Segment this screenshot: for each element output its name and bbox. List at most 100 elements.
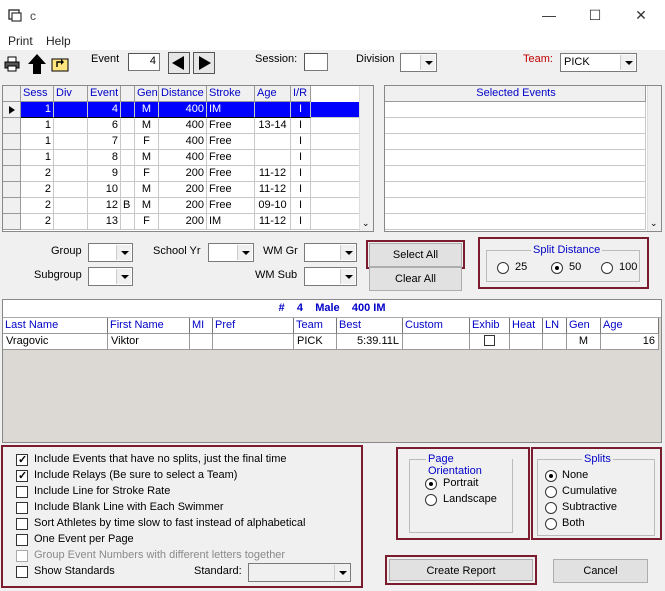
events-cell[interactable]: 200	[159, 166, 207, 182]
events-cell[interactable]: Free	[207, 182, 255, 198]
swimmers-col-header[interactable]: First Name	[108, 318, 190, 334]
swimmer-cell[interactable]: Vragovic	[3, 334, 108, 350]
selected-event-row[interactable]	[385, 166, 646, 182]
create-report-button[interactable]: Create Report	[389, 559, 533, 581]
team-select[interactable]: PICK	[560, 53, 637, 72]
swimmers-col-header[interactable]: MI	[190, 318, 213, 334]
events-cell[interactable]: 7	[88, 134, 121, 150]
option-checkbox-5[interactable]	[16, 534, 28, 546]
selected-event-row[interactable]	[385, 134, 646, 150]
events-cell[interactable]: 2	[21, 198, 54, 214]
events-cell[interactable]	[121, 134, 135, 150]
events-cell[interactable]: 2	[21, 214, 54, 230]
events-cell[interactable]: 13	[88, 214, 121, 230]
minimize-button[interactable]: —	[526, 4, 572, 28]
events-cell[interactable]: Free	[207, 118, 255, 134]
events-cell[interactable]: 09-10	[255, 198, 291, 214]
row-selector[interactable]	[3, 214, 21, 230]
swimmers-col-header[interactable]: Heat	[510, 318, 543, 334]
menu-print[interactable]: Print	[8, 34, 33, 48]
events-cell[interactable]	[121, 102, 135, 118]
swimmer-cell[interactable]: 16	[601, 334, 659, 350]
swimmers-col-header[interactable]: Custom	[403, 318, 470, 334]
events-cell[interactable]	[54, 102, 88, 118]
events-cell[interactable]: M	[135, 102, 159, 118]
row-selector[interactable]	[3, 166, 21, 182]
col-div[interactable]: Div	[54, 86, 88, 102]
swimmer-cell[interactable]	[543, 334, 567, 350]
events-cell[interactable]: I	[291, 214, 311, 230]
selected-events-scrollbar[interactable]: ⌄	[647, 86, 661, 231]
swimmers-col-header[interactable]: Team	[294, 318, 337, 334]
orientation-radio-landscape[interactable]	[425, 494, 437, 506]
splits-radio-both[interactable]	[545, 518, 557, 530]
col-event[interactable]: Event	[88, 86, 121, 102]
option-checkbox-4[interactable]	[16, 518, 28, 530]
split-distance-radio-50[interactable]	[551, 262, 563, 274]
swimmer-cell[interactable]	[403, 334, 470, 350]
prev-event-button[interactable]	[168, 52, 190, 74]
option-checkbox-0[interactable]	[16, 453, 28, 466]
events-cell[interactable]	[255, 134, 291, 150]
events-cell[interactable]: Free	[207, 150, 255, 166]
events-cell[interactable]: 1	[21, 134, 54, 150]
school-yr-select[interactable]	[208, 243, 254, 262]
events-cell[interactable]: 1	[21, 150, 54, 166]
splits-radio-subtractive[interactable]	[545, 502, 557, 514]
events-grid[interactable]: Sess Div Event Gen Distance Stroke Age I…	[2, 85, 374, 232]
col-letter[interactable]	[121, 86, 135, 102]
row-selector[interactable]	[3, 150, 21, 166]
events-cell[interactable]: F	[135, 166, 159, 182]
events-cell[interactable]: F	[135, 214, 159, 230]
row-selector[interactable]	[3, 198, 21, 214]
events-cell[interactable]: 8	[88, 150, 121, 166]
events-cell[interactable]: 11-12	[255, 214, 291, 230]
next-event-button[interactable]	[193, 52, 215, 74]
row-selector[interactable]	[3, 102, 21, 118]
events-cell[interactable]	[121, 214, 135, 230]
cancel-button[interactable]: Cancel	[553, 559, 648, 583]
option-checkbox-7[interactable]	[16, 566, 28, 578]
split-distance-radio-25[interactable]	[497, 262, 509, 274]
events-cell[interactable]: 12	[88, 198, 121, 214]
division-select[interactable]	[400, 53, 437, 72]
splits-radio-cumulative[interactable]	[545, 486, 557, 498]
selected-event-row[interactable]	[385, 182, 646, 198]
clear-all-button[interactable]: Clear All	[369, 267, 462, 291]
folder-up-icon[interactable]	[51, 56, 69, 72]
subgroup-select[interactable]	[88, 267, 133, 286]
events-cell[interactable]: I	[291, 150, 311, 166]
swimmer-cell[interactable]	[470, 334, 510, 350]
group-select[interactable]	[88, 243, 133, 262]
selected-event-row[interactable]	[385, 118, 646, 134]
scroll-down-icon[interactable]: ⌄	[362, 218, 370, 229]
events-cell[interactable]: 400	[159, 150, 207, 166]
selected-event-row[interactable]	[385, 198, 646, 214]
events-cell[interactable]: 9	[88, 166, 121, 182]
swimmers-col-header[interactable]: Gen	[567, 318, 601, 334]
events-cell[interactable]: Free	[207, 198, 255, 214]
col-age[interactable]: Age	[255, 86, 291, 102]
row-selector[interactable]	[3, 118, 21, 134]
option-checkbox-6[interactable]	[16, 550, 28, 562]
split-distance-radio-100[interactable]	[601, 262, 613, 274]
exhib-checkbox[interactable]	[484, 335, 495, 346]
events-scrollbar[interactable]: ⌄	[359, 86, 373, 231]
swimmer-cell[interactable]	[510, 334, 543, 350]
events-cell[interactable]: M	[135, 198, 159, 214]
events-cell[interactable]	[255, 150, 291, 166]
selected-event-row[interactable]	[385, 214, 646, 230]
events-cell[interactable]	[54, 198, 88, 214]
events-cell[interactable]: I	[291, 118, 311, 134]
events-cell[interactable]: M	[135, 118, 159, 134]
event-input[interactable]: 4	[128, 53, 160, 71]
events-cell[interactable]	[54, 166, 88, 182]
swimmers-col-header[interactable]: Age	[601, 318, 659, 334]
events-cell[interactable]: 200	[159, 198, 207, 214]
swimmer-cell[interactable]: PICK	[294, 334, 337, 350]
selected-event-row[interactable]	[385, 102, 646, 118]
events-cell[interactable]	[121, 150, 135, 166]
events-cell[interactable]	[121, 118, 135, 134]
events-cell[interactable]: 1	[21, 118, 54, 134]
col-stroke[interactable]: Stroke	[207, 86, 255, 102]
